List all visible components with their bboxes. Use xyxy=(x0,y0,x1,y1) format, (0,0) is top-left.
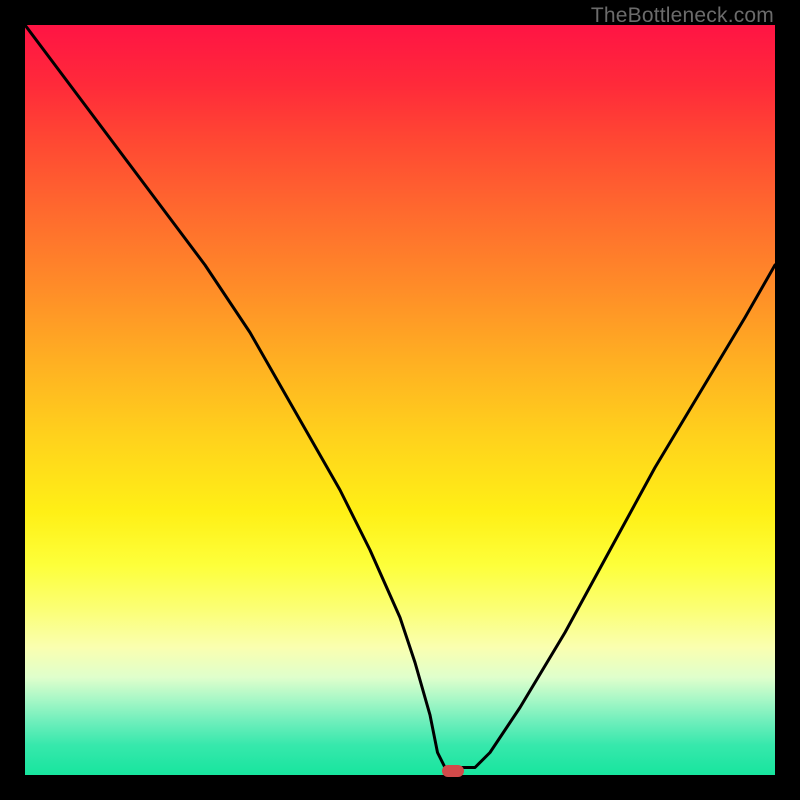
watermark-text: TheBottleneck.com xyxy=(591,4,774,28)
chart-frame: TheBottleneck.com xyxy=(0,0,800,800)
bottleneck-curve xyxy=(25,25,775,775)
optimal-point-marker xyxy=(442,765,464,777)
